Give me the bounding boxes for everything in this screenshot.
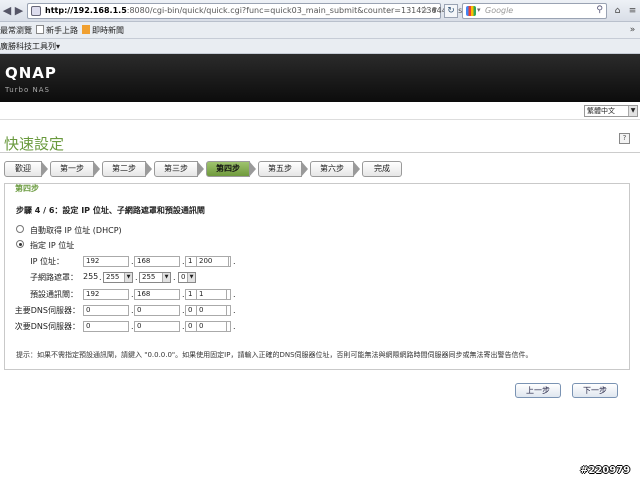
gateway-octet-4[interactable]: 1: [196, 289, 227, 300]
page-icon: [36, 25, 44, 34]
secondary-dns-label: 次要DNS伺服器：: [14, 322, 80, 331]
watermark: #220979: [580, 465, 631, 476]
ip-octet-2[interactable]: 168: [134, 256, 180, 267]
tab-step1[interactable]: 第一步: [50, 161, 100, 177]
search-placeholder: Google: [485, 6, 514, 15]
dns1-octet-1[interactable]: 0: [83, 305, 129, 316]
logo-subtitle: Turbo NAS: [5, 86, 50, 94]
rss-icon: [82, 25, 90, 34]
prev-button[interactable]: 上一步: [515, 383, 561, 398]
gateway-octet-1[interactable]: 192: [83, 289, 129, 300]
forward-arrow-icon[interactable]: ▶: [12, 4, 26, 18]
search-box[interactable]: ▾ Google ⚲: [462, 3, 607, 19]
browser-toolbar: ◀ ▶ http://192.168.1.5:8080/cgi-bin/quic…: [0, 0, 640, 22]
dns1-octet-4[interactable]: 0: [196, 305, 227, 316]
tab-step4[interactable]: 第四步: [206, 161, 256, 177]
dns2-octet-1[interactable]: 0: [83, 321, 129, 332]
chevron-down-icon: ▼: [187, 273, 195, 282]
qnap-logo: QNAP: [5, 64, 57, 82]
tab-step2[interactable]: 第二步: [102, 161, 152, 177]
bookmarks-more-icon[interactable]: »: [625, 22, 640, 38]
search-engine-dropdown-icon[interactable]: ▾: [477, 6, 481, 14]
language-value: 繁體中文: [587, 107, 615, 115]
chevron-down-icon: ▼: [628, 106, 637, 116]
primary-dns-label: 主要DNS伺服器：: [14, 306, 80, 315]
dhcp-label: 自動取得 IP 位址 (DHCP): [30, 226, 122, 235]
bookmarks-bar-2: 廣勝科技工具列▾: [0, 39, 640, 54]
gateway-octet-2[interactable]: 168: [134, 289, 180, 300]
qnap-header: QNAP Turbo NAS: [0, 54, 640, 102]
mask-octet-3-select[interactable]: 255 ▼: [139, 272, 171, 283]
bookmark-most-visited[interactable]: 最常瀏覽: [0, 25, 32, 36]
bookmark-star-icon[interactable]: ☆ ▾: [420, 5, 437, 16]
help-icon[interactable]: ?: [619, 133, 630, 144]
language-bar: 繁體中文 ▼: [0, 102, 640, 120]
address-bar[interactable]: http://192.168.1.5:8080/cgi-bin/quick/qu…: [27, 3, 475, 19]
tab-step3[interactable]: 第三步: [154, 161, 204, 177]
panel-legend: 第四步: [15, 184, 39, 193]
language-select[interactable]: 繁體中文 ▼: [584, 105, 638, 117]
mask-octet-1: 255: [83, 272, 99, 281]
static-ip-label: 指定 IP 位址: [30, 241, 75, 250]
bookmark-toolbar[interactable]: 廣勝科技工具列▾: [0, 41, 60, 52]
dhcp-radio[interactable]: [16, 225, 24, 233]
site-favicon-icon: [31, 6, 41, 16]
dns2-octet-2[interactable]: 0: [134, 321, 180, 332]
chevron-down-icon: ▼: [162, 273, 170, 282]
google-icon: [466, 6, 476, 16]
reload-icon[interactable]: ↻: [444, 4, 458, 18]
tab-welcome[interactable]: 歡迎: [4, 161, 48, 177]
step-heading: 步驟 4 / 6：設定 IP 位址、子網路遮罩和預設通訊閘: [16, 206, 205, 215]
static-ip-radio[interactable]: [16, 240, 24, 248]
mask-octet-2-select[interactable]: 255 ▼: [103, 272, 133, 283]
chevron-down-icon: ▼: [124, 273, 132, 282]
ip-label: IP 位址：: [30, 257, 64, 266]
tab-step5[interactable]: 第五步: [258, 161, 308, 177]
home-icon[interactable]: ⌂: [610, 3, 625, 19]
divider: [0, 152, 640, 153]
hint-text: 提示：如果不需指定預設通訊閘，請鍵入 "0.0.0.0"。如果使用固定IP，請輸…: [16, 351, 533, 359]
mask-octet-4-select[interactable]: 0 ▼: [178, 272, 196, 283]
dns2-octet-4[interactable]: 0: [196, 321, 227, 332]
next-button[interactable]: 下一步: [572, 383, 618, 398]
subnet-mask-label: 子網路遮罩：: [30, 273, 78, 282]
bookmark-news[interactable]: 即時新聞: [82, 25, 124, 36]
menu-icon[interactable]: ≡: [625, 3, 640, 19]
ip-octet-4[interactable]: 200: [196, 256, 229, 267]
gateway-label: 預設通訊閘：: [30, 290, 78, 299]
tab-finish[interactable]: 完成: [362, 161, 402, 177]
url-host: http://192.168.1.5: [45, 6, 127, 15]
tab-step6[interactable]: 第六步: [310, 161, 360, 177]
bookmarks-bar: 最常瀏覽 新手上路 即時新聞 »: [0, 22, 640, 39]
page-title: 快速設定: [4, 135, 65, 153]
magnifier-icon[interactable]: ⚲: [596, 5, 603, 15]
ip-octet-1[interactable]: 192: [83, 256, 129, 267]
dns1-octet-2[interactable]: 0: [134, 305, 180, 316]
bookmark-getting-started[interactable]: 新手上路: [36, 25, 78, 36]
